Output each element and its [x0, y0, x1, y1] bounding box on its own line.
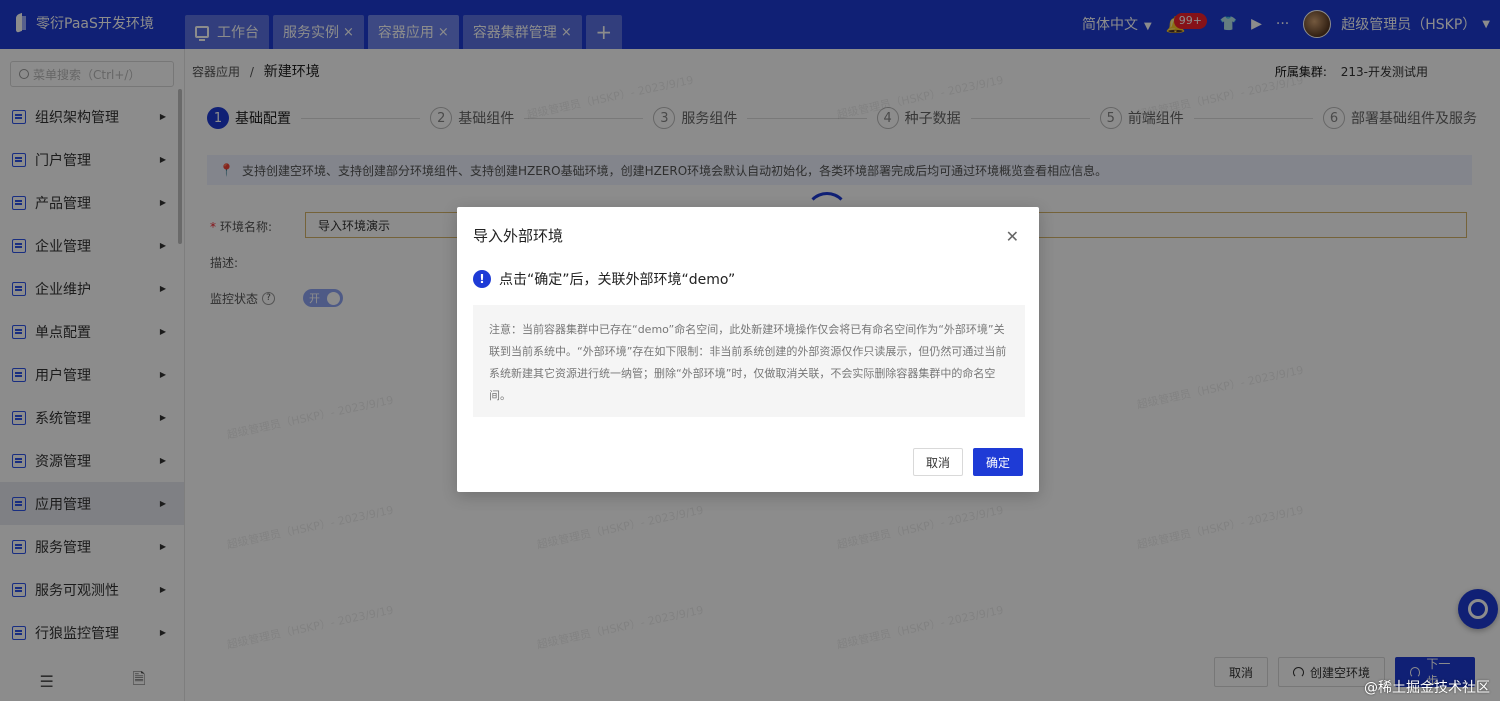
corner-watermark: @稀土掘金技术社区 — [1364, 680, 1490, 696]
exclamation-icon: ! — [473, 270, 491, 288]
close-icon[interactable]: ✕ — [1006, 227, 1019, 246]
modal-confirm-button[interactable]: 确定 — [972, 448, 1023, 476]
modal-footer: 取消 确定 — [903, 448, 1023, 476]
modal-message: ! 点击“确定”后，关联外部环境“demo” — [473, 269, 735, 289]
import-env-modal: 导入外部环境 ✕ ! 点击“确定”后，关联外部环境“demo” 注意：当前容器集… — [457, 207, 1039, 492]
modal-title: 导入外部环境 — [473, 227, 564, 245]
modal-cancel-button[interactable]: 取消 — [912, 448, 963, 476]
modal-note: 注意：当前容器集群中已存在“demo”命名空间，此处新建环境操作仅会将已有命名空… — [473, 305, 1025, 417]
message-text: 点击“确定”后，关联外部环境“demo” — [499, 272, 736, 288]
